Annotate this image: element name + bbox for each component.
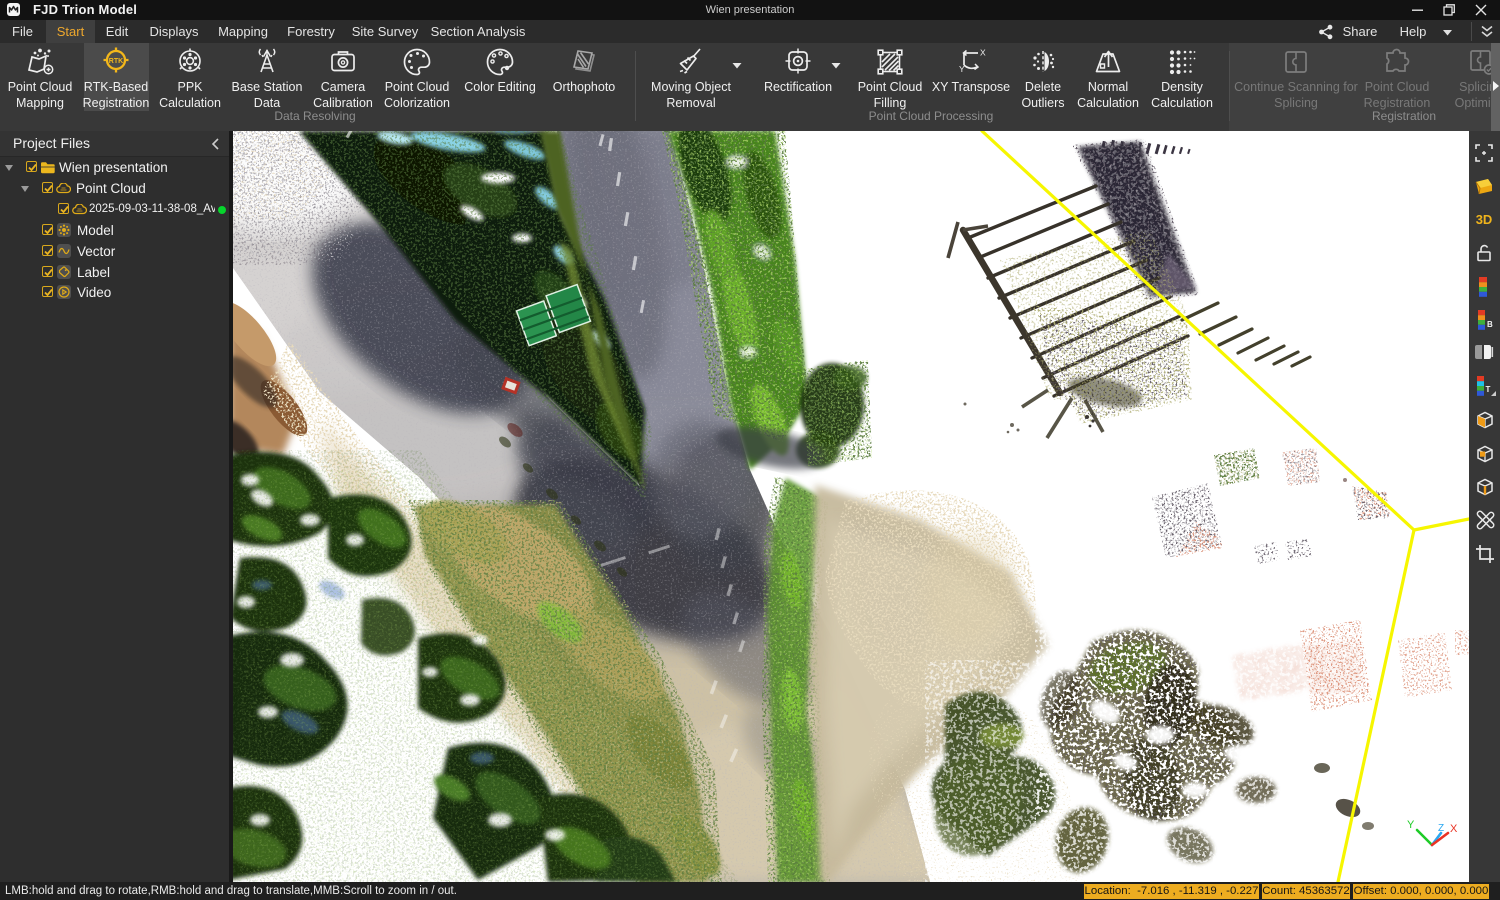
svg-text:T: T — [1486, 385, 1491, 394]
svg-text:Y: Y — [1407, 819, 1415, 831]
svg-text:X: X — [980, 48, 986, 58]
svg-text:Y: Y — [959, 64, 965, 74]
svg-text:Z: Z — [1438, 823, 1444, 834]
svg-text:X: X — [1450, 823, 1458, 835]
svg-text:B: B — [1487, 320, 1493, 329]
svg-text:RTK: RTK — [109, 58, 123, 65]
